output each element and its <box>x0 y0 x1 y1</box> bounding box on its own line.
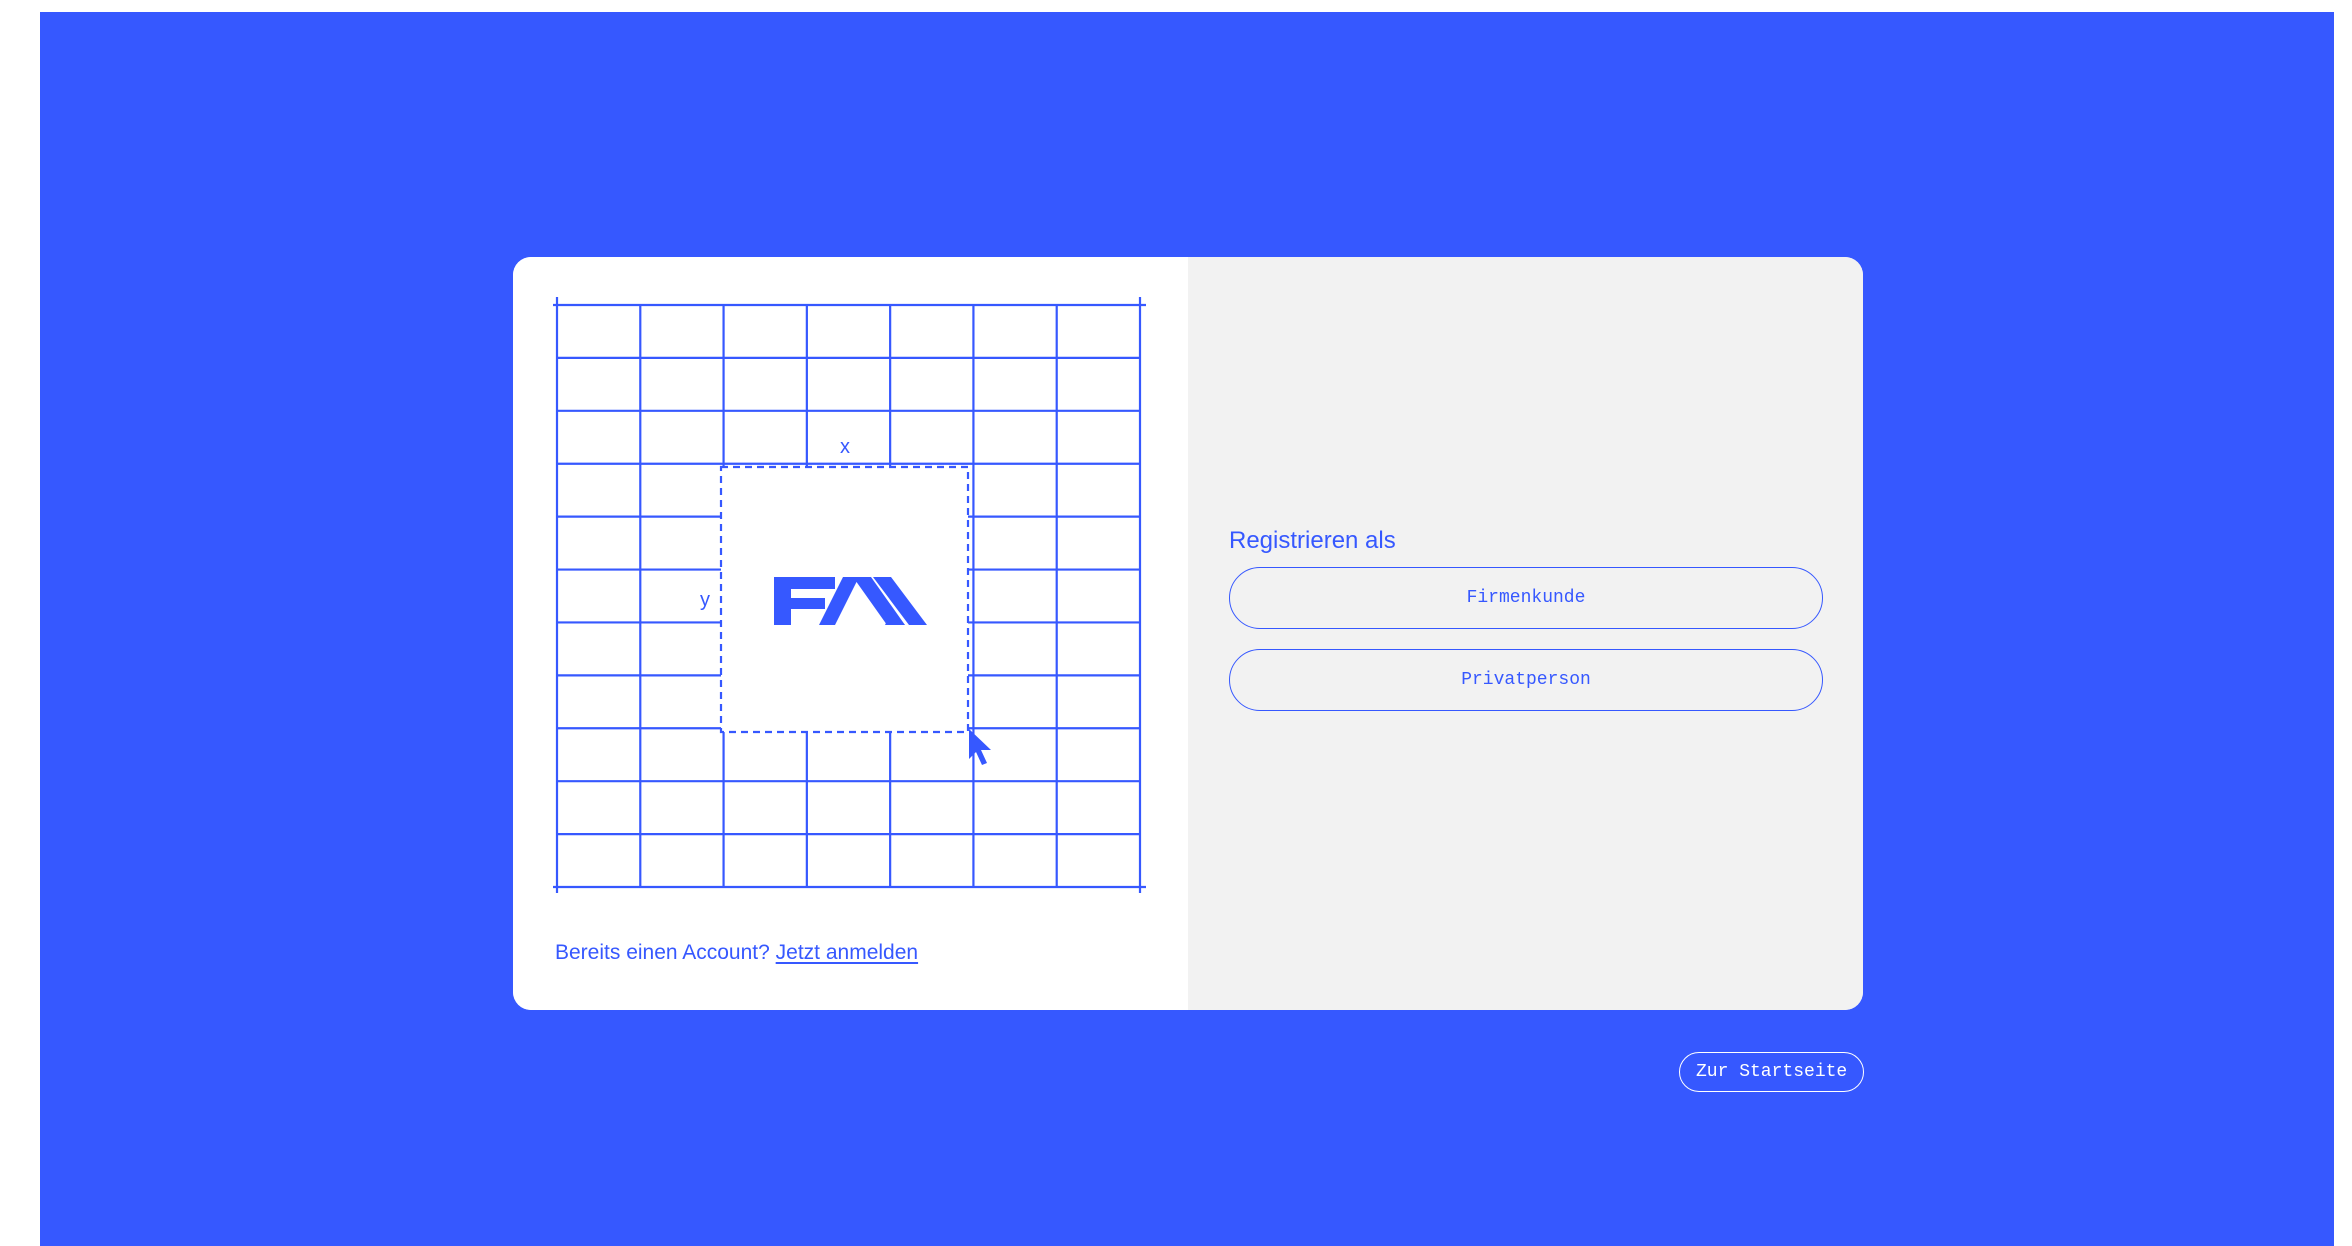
login-prompt-text: Bereits einen Account? <box>555 941 770 964</box>
registration-card: x y Bereits einen Account? Jetzt anmelde… <box>513 257 1863 1010</box>
cursor-arrow-icon <box>969 729 991 765</box>
axis-x-label: x <box>840 436 850 458</box>
login-link[interactable]: Jetzt anmelden <box>776 941 918 964</box>
axis-y-label: y <box>700 589 710 611</box>
register-options: Registrieren als Firmenkunde Privatperso… <box>1229 527 1823 731</box>
card-left-panel: x y Bereits einen Account? Jetzt anmelde… <box>513 257 1188 1010</box>
register-private-button[interactable]: Privatperson <box>1229 649 1823 711</box>
grid-illustration: x y <box>553 297 1146 893</box>
home-button[interactable]: Zur Startseite <box>1679 1052 1865 1092</box>
register-business-button[interactable]: Firmenkunde <box>1229 567 1823 629</box>
login-prompt-line: Bereits einen Account? Jetzt anmelden <box>555 941 918 965</box>
register-title: Registrieren als <box>1229 527 1396 554</box>
card-right-panel: Registrieren als Firmenkunde Privatperso… <box>1188 257 1863 1010</box>
